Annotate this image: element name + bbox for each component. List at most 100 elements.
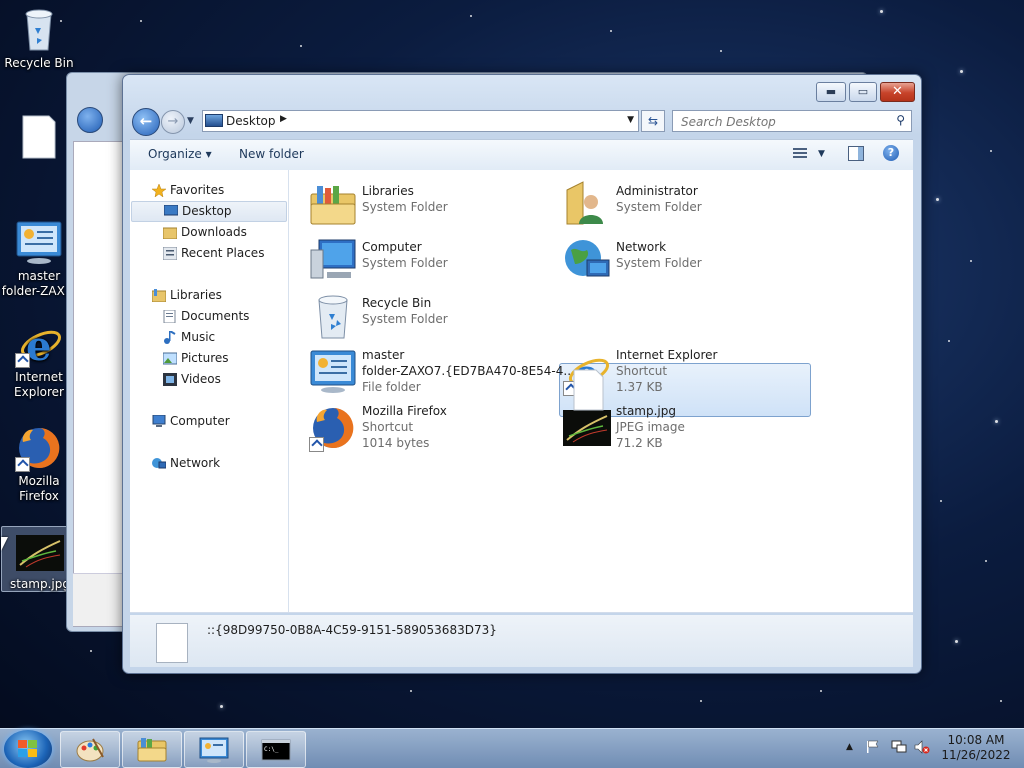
nav-label: Music [181,330,216,344]
explorer-window[interactable]: ▬ ▭ ✕ ← → ▼ Desktop ▶ ▼ ⇆ ⚲ Organize ▾ N… [122,74,922,674]
file-item-administrator[interactable]: Administrator System Folder [563,180,813,232]
nav-videos[interactable]: Videos [163,372,221,386]
user-folder-icon [563,180,611,228]
nav-desktop[interactable]: Desktop [131,201,287,222]
file-item-master-folder[interactable]: master folder-ZAXO7.{ED7BA470-8E54-4... … [309,348,575,400]
back-button[interactable]: ← [132,108,160,136]
start-button[interactable] [4,730,52,768]
blank-document-icon [15,114,63,162]
image-thumbnail-icon [16,535,64,575]
nav-label: Desktop [182,204,232,218]
file-item-mozilla-firefox[interactable]: Mozilla Firefox Shortcut 1014 bytes [309,404,559,456]
details-item-name: ::{98D99750-0B8A-4C59-9151-589053683D73} [207,623,497,637]
nav-music[interactable]: Music [164,330,216,344]
desktop-icon-recycle-bin[interactable]: Recycle Bin [1,6,77,71]
recycle-bin-icon [15,6,63,54]
file-item-recycle-bin[interactable]: Recycle Bin System Folder [309,292,559,344]
taskbar-explorer-button[interactable] [122,731,182,768]
nav-label: Recent Places [181,246,265,260]
taskbar-control-panel-button[interactable] [184,731,244,768]
nav-downloads[interactable]: Downloads [162,225,247,240]
star-icon [151,183,167,198]
forward-button[interactable]: → [161,110,185,134]
system-clock[interactable]: 10:08 AM 11/26/2022 [936,733,1016,763]
nav-label: Pictures [181,351,229,365]
close-icon: ✕ [892,84,903,99]
help-icon[interactable]: ? [883,145,899,161]
shortcut-arrow-icon [15,457,30,472]
show-hidden-icons-button[interactable]: ▲ [846,742,853,752]
nav-pictures[interactable]: Pictures [162,351,229,365]
address-bar[interactable]: Desktop ▶ ▼ [202,110,639,132]
nav-label: Network [170,456,221,470]
item-name: Mozilla Firefox [362,404,447,418]
navigation-pane: Favorites Desktop Downloads Recent Place… [130,170,289,612]
refresh-button[interactable]: ⇆ [641,110,665,132]
item-name: Network [616,240,667,254]
item-name: Libraries [362,184,414,198]
item-type: JPEG image [616,420,685,434]
music-icon [163,330,177,344]
recent-pages-dropdown[interactable]: ▼ [187,116,194,126]
minimize-button[interactable]: ▬ [816,82,846,102]
close-button[interactable]: ✕ [880,82,915,102]
organize-button[interactable]: Organize ▾ [148,147,212,161]
maximize-button[interactable]: ▭ [849,82,877,102]
firefox-icon [15,424,63,472]
item-name-continued: folder-ZAXO7.{ED7BA470-8E54-4... [362,364,575,378]
network-status-icon[interactable] [891,740,907,757]
action-center-flag-icon[interactable] [866,740,880,757]
file-item-computer[interactable]: Computer System Folder [309,236,559,288]
control-panel-folder-icon [15,219,63,267]
libraries-folder-icon [309,180,357,228]
nav-label: Computer [170,414,230,428]
nav-network[interactable]: Network [152,456,221,470]
nav-libraries[interactable]: Libraries [151,288,222,303]
file-list: Libraries System Folder Administrator Sy… [289,170,913,612]
file-item-network[interactable]: Network System Folder [563,236,813,288]
taskbar-paint-button[interactable] [60,731,120,768]
mouse-cursor-icon [1,537,8,551]
taskbar-command-prompt-button[interactable]: C:\_ [246,731,306,768]
preview-pane-icon[interactable] [848,146,864,161]
nav-label: Libraries [170,288,222,302]
item-name: master [362,348,405,362]
nav-computer[interactable]: Computer [152,414,230,428]
nav-recent-places[interactable]: Recent Places [162,246,265,261]
firefox-icon [309,404,357,452]
view-options-dropdown[interactable]: ▼ [818,149,825,159]
desktop-icon [163,204,179,218]
nav-label: Documents [181,309,250,323]
breadcrumb-arrow-icon[interactable]: ▶ [280,114,287,124]
blank-document-icon [572,369,604,411]
nav-documents[interactable]: Documents [163,309,250,324]
item-name: Internet Explorer [616,348,718,362]
address-dropdown-icon[interactable]: ▼ [627,115,634,125]
change-view-icon[interactable] [793,146,807,160]
new-folder-button[interactable]: New folder [239,147,304,161]
item-name: Recycle Bin [362,296,432,310]
maximize-icon: ▭ [857,85,869,98]
svg-text:C:\_: C:\_ [264,746,279,753]
volume-muted-icon[interactable] [914,740,930,757]
search-icon[interactable]: ⚲ [896,113,905,127]
recycle-bin-icon [309,292,357,340]
pictures-icon [162,352,178,365]
command-prompt-icon: C:\_ [261,737,291,763]
search-box[interactable]: ⚲ [672,110,912,132]
item-name: stamp.jpg [616,404,676,418]
downloads-folder-icon [162,226,178,240]
nav-label: Videos [181,372,221,386]
content-area: Favorites Desktop Downloads Recent Place… [130,170,913,613]
item-type: System Folder [362,200,448,214]
item-type: Shortcut [362,420,414,434]
file-item-libraries[interactable]: Libraries System Folder [309,180,559,232]
nav-favorites[interactable]: Favorites [151,183,224,198]
blank-document-icon [156,623,188,663]
file-item-stamp-jpg[interactable]: stamp.jpg JPEG image 71.2 KB [563,404,813,456]
search-input[interactable] [679,113,883,131]
background-window-status [73,573,128,626]
address-location[interactable]: Desktop [226,114,276,128]
internet-explorer-icon: e [15,320,63,370]
network-icon [152,457,167,470]
